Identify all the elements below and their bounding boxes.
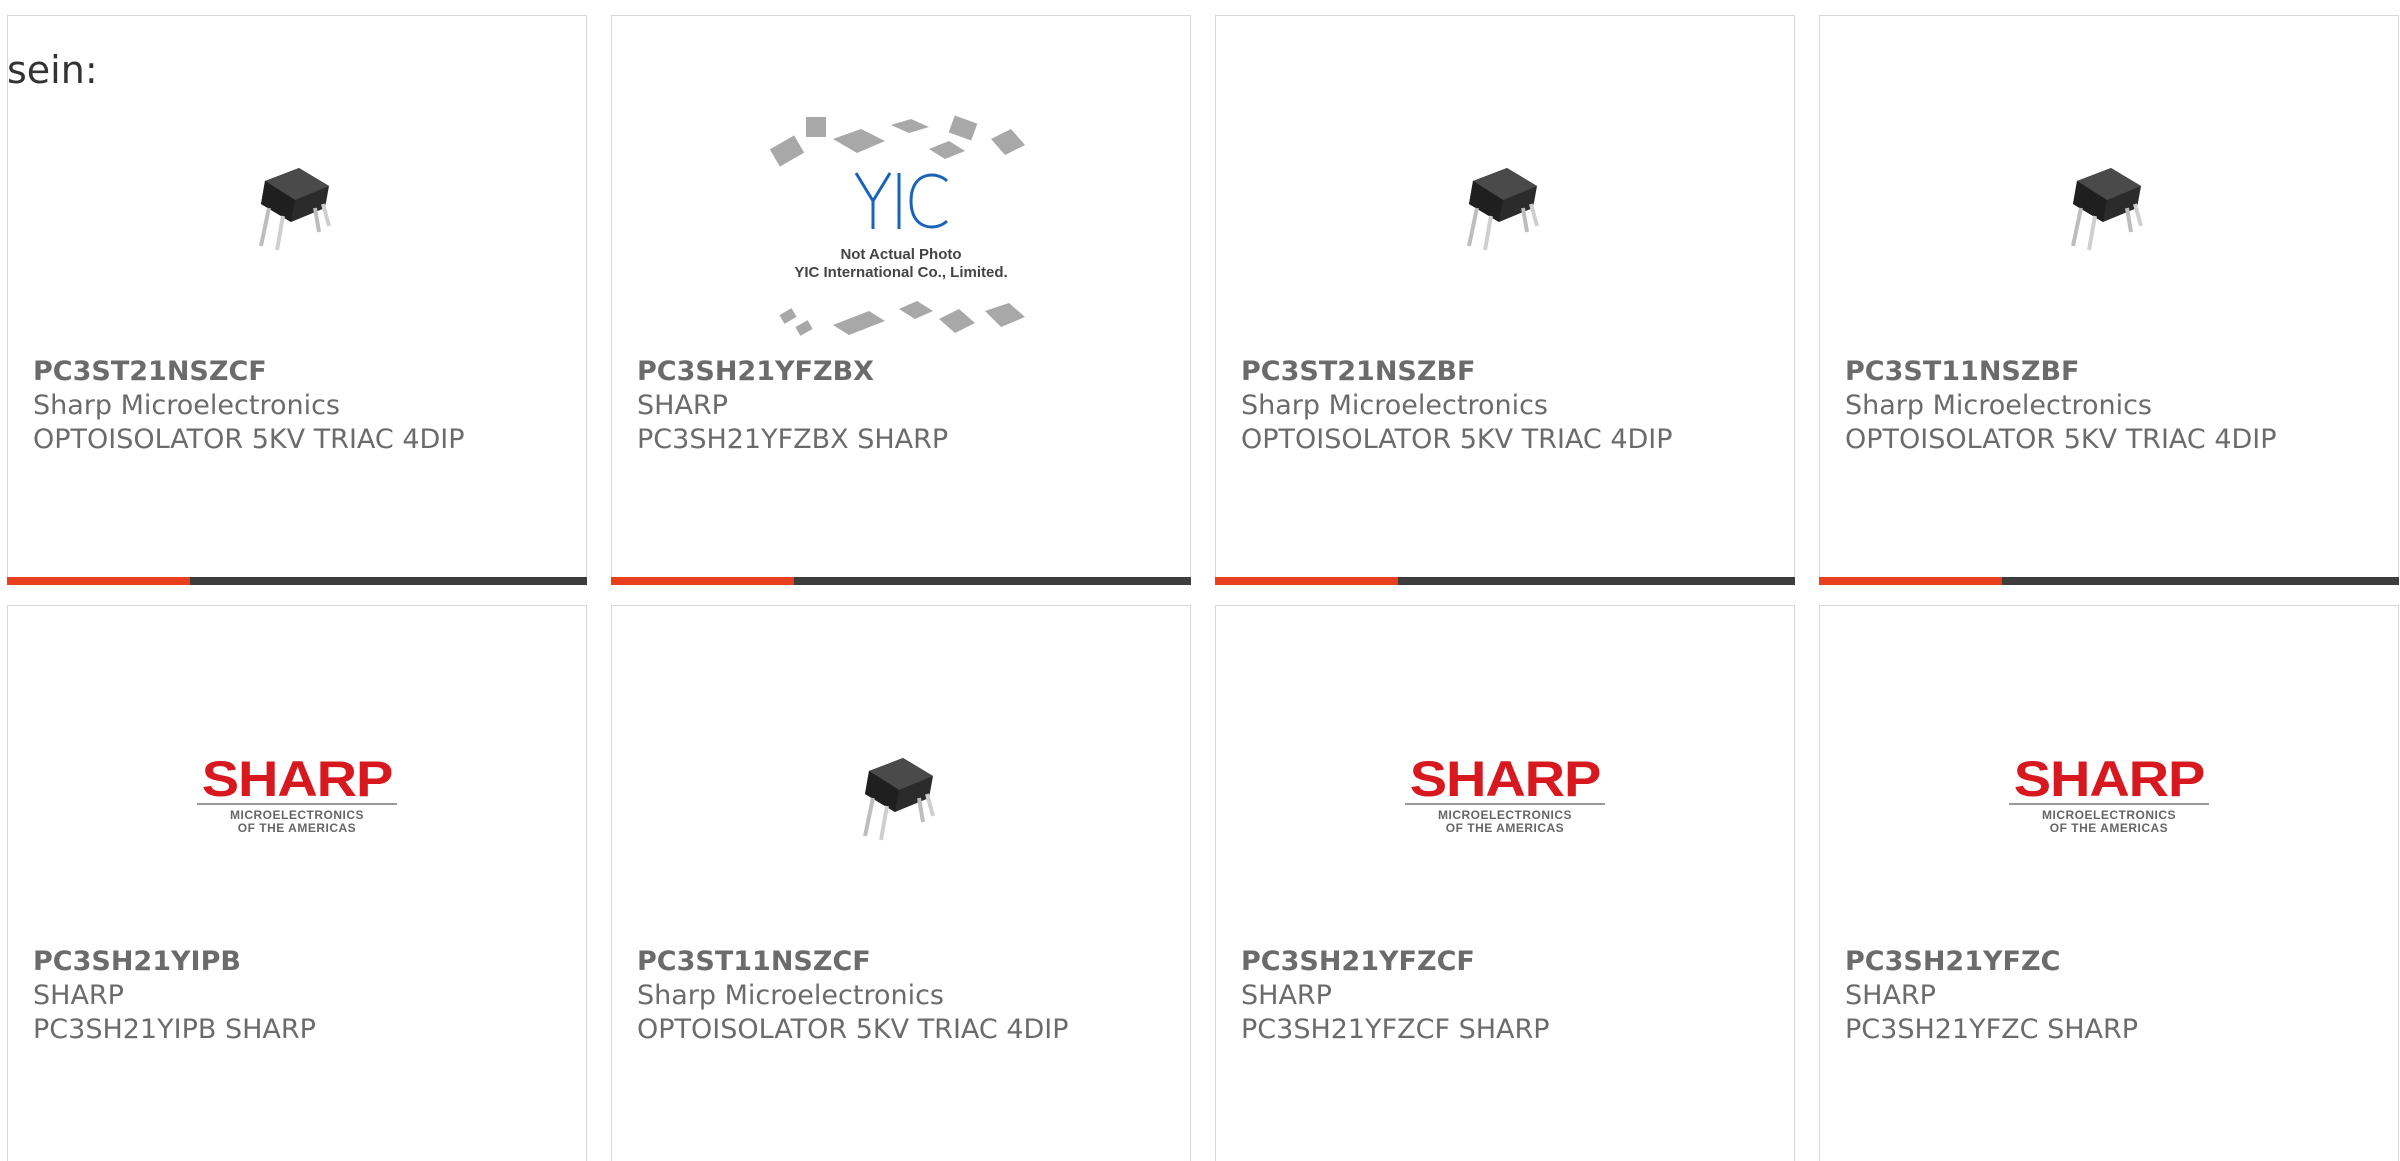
part-number[interactable]: PC3SH21YFZCF [1241,945,1784,979]
product-info: PC3SH21YFZC SHARP PC3SH21YFZC SHARP [1845,945,2388,1047]
manufacturer: SHARP [1241,980,1332,1011]
product-description: OPTOISOLATOR 5KV TRIAC 4DIP [1845,424,2277,455]
product-description: PC3SH21YFZC SHARP [1845,1014,2139,1045]
product-description: PC3SH21YIPB SHARP [33,1014,316,1045]
product-card[interactable]: PC3ST11NSZBF Sharp Microelectronics OPTO… [1819,15,2399,585]
part-number[interactable]: PC3SH21YIPB [33,945,576,979]
sharp-logo-word: SHARP [201,751,394,807]
part-number[interactable]: PC3ST11NSZBF [1845,355,2388,389]
card-accent-bar [7,577,190,585]
manufacturer: SHARP [1845,980,1936,1011]
product-card[interactable]: PC3ST21NSZBF Sharp Microelectronics OPTO… [1215,15,1795,585]
manufacturer: SHARP [33,980,124,1011]
optocoupler-dip-icon [1467,168,1539,251]
manufacturer: Sharp Microelectronics [637,980,944,1011]
part-number[interactable]: PC3ST11NSZCF [637,945,1180,979]
optocoupler-dip-icon [259,168,331,251]
manufacturer: Sharp Microelectronics [1241,390,1548,421]
product-image[interactable] [612,676,1190,916]
product-info: PC3SH21YFZCF SHARP PC3SH21YFZCF SHARP [1241,945,1784,1047]
product-description: OPTOISOLATOR 5KV TRIAC 4DIP [33,424,465,455]
product-card[interactable]: SHARP MICROELECTRONICS OF THE AMERICAS P… [1819,605,2399,1161]
sharp-logo-word: SHARP [2013,751,2206,807]
intro-text: sein: [7,48,98,92]
card-accent-bar [1215,577,1398,585]
sharp-logo-sub-2: OF THE AMERICAS [237,821,357,835]
product-info: PC3ST21NSZCF Sharp Microelectronics OPTO… [33,355,576,457]
optocoupler-dip-icon [2071,168,2143,251]
product-card[interactable]: PC3ST11NSZCF Sharp Microelectronics OPTO… [611,605,1191,1161]
card-bottom-bar [1215,577,1795,585]
part-number[interactable]: PC3ST21NSZCF [33,355,576,389]
card-bottom-bar [1819,577,2399,585]
product-description: OPTOISOLATOR 5KV TRIAC 4DIP [1241,424,1673,455]
yic-caption-1: Not Actual Photo [840,246,961,263]
sharp-logo: SHARP MICROELECTRONICS OF THE AMERICAS [2009,751,2209,835]
product-image[interactable]: Not Actual Photo YIC International Co., … [612,101,1190,361]
product-page: sein: PC3ST21NSZCF Sharp Microelectronic… [0,0,2400,1161]
product-grid: PC3ST21NSZCF Sharp Microelectronics OPTO… [7,15,2400,1161]
card-accent-bar [611,577,794,585]
product-image[interactable] [1216,86,1794,326]
product-description: OPTOISOLATOR 5KV TRIAC 4DIP [637,1014,1069,1045]
product-image[interactable]: SHARP MICROELECTRONICS OF THE AMERICAS [8,676,586,916]
card-accent-bar [1819,577,2002,585]
product-image[interactable]: SHARP MICROELECTRONICS OF THE AMERICAS [1216,676,1794,916]
sharp-logo: SHARP MICROELECTRONICS OF THE AMERICAS [1405,751,1605,835]
sharp-logo-sub-2: OF THE AMERICAS [1445,821,1565,835]
yic-caption-2: YIC International Co., Limited. [794,264,1007,281]
product-info: PC3ST11NSZCF Sharp Microelectronics OPTO… [637,945,1180,1047]
product-card[interactable]: SHARP MICROELECTRONICS OF THE AMERICAS P… [7,605,587,1161]
part-number[interactable]: PC3SH21YFZC [1845,945,2388,979]
product-description: PC3SH21YFZBX SHARP [637,424,949,455]
yic-placeholder-image: Not Actual Photo YIC International Co., … [769,115,1025,336]
part-number[interactable]: PC3ST21NSZBF [1241,355,1784,389]
product-info: PC3ST21NSZBF Sharp Microelectronics OPTO… [1241,355,1784,457]
card-bottom-bar [611,577,1191,585]
product-image[interactable] [1820,86,2398,326]
product-card[interactable]: PC3ST21NSZCF Sharp Microelectronics OPTO… [7,15,587,585]
product-info: PC3SH21YIPB SHARP PC3SH21YIPB SHARP [33,945,576,1047]
manufacturer: SHARP [637,390,728,421]
product-info: PC3SH21YFZBX SHARP PC3SH21YFZBX SHARP [637,355,1180,457]
manufacturer: Sharp Microelectronics [33,390,340,421]
manufacturer: Sharp Microelectronics [1845,390,2152,421]
product-description: PC3SH21YFZCF SHARP [1241,1014,1550,1045]
product-card[interactable]: Not Actual Photo YIC International Co., … [611,15,1191,585]
sharp-logo-sub-2: OF THE AMERICAS [2049,821,2169,835]
card-bottom-bar [7,577,587,585]
sharp-logo-word: SHARP [1409,751,1602,807]
product-image[interactable]: SHARP MICROELECTRONICS OF THE AMERICAS [1820,676,2398,916]
sharp-logo: SHARP MICROELECTRONICS OF THE AMERICAS [197,751,397,835]
product-info: PC3ST11NSZBF Sharp Microelectronics OPTO… [1845,355,2388,457]
product-image[interactable] [8,86,586,326]
product-card[interactable]: SHARP MICROELECTRONICS OF THE AMERICAS P… [1215,605,1795,1161]
optocoupler-dip-icon [863,758,935,841]
part-number[interactable]: PC3SH21YFZBX [637,355,1180,389]
